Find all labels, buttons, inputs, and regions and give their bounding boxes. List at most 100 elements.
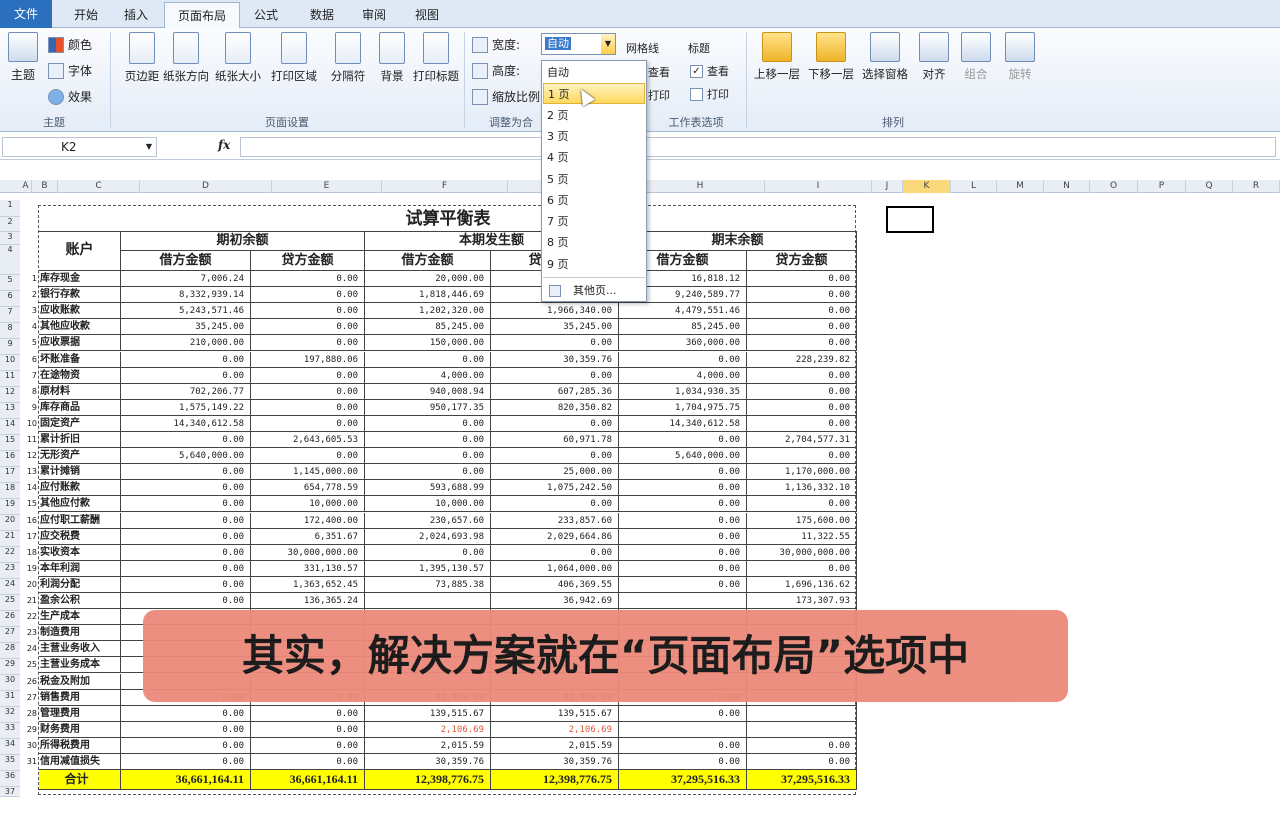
column-header-P[interactable]: P <box>1138 180 1186 193</box>
dropdown-item-6[interactable]: 6 页 <box>543 190 645 211</box>
column-header-N[interactable]: N <box>1044 180 1090 193</box>
dropdown-item-8[interactable]: 8 页 <box>543 232 645 253</box>
headings-view-checkbox[interactable]: ✓ 查看 <box>690 63 729 79</box>
amount-cell: 0.00 <box>121 576 251 593</box>
row-header-12[interactable]: 12 <box>0 387 20 403</box>
page-setup-button-3[interactable]: 打印区域 <box>268 32 320 84</box>
selected-cell-k2[interactable] <box>886 206 934 233</box>
amount-cell: 0.00 <box>121 351 251 368</box>
row-header-7[interactable]: 7 <box>0 307 20 323</box>
column-header-C[interactable]: C <box>58 180 140 193</box>
row-header-25[interactable]: 25 <box>0 595 20 611</box>
page-setup-button-6[interactable]: 打印标题 <box>408 32 464 84</box>
row-header-2[interactable]: 2 <box>0 217 20 232</box>
formula-input[interactable] <box>240 137 1276 157</box>
row-header-13[interactable]: 13 <box>0 403 20 419</box>
row-header-14[interactable]: 14 <box>0 419 20 435</box>
arrange-button-0[interactable]: 上移一层 <box>750 32 804 82</box>
column-header-F[interactable]: F <box>382 180 508 193</box>
column-header-E[interactable]: E <box>272 180 382 193</box>
chevron-down-icon[interactable]: ▼ <box>601 34 615 54</box>
row-header-17[interactable]: 17 <box>0 467 20 483</box>
arrange-button-3[interactable]: 对齐 <box>914 32 954 82</box>
amount-cell: 607,285.36 <box>491 383 619 400</box>
dropdown-more-item[interactable]: 其他页... <box>543 280 645 301</box>
arrange-button-2[interactable]: 选择窗格 <box>858 32 912 82</box>
row-header-21[interactable]: 21 <box>0 531 20 547</box>
row-header-8[interactable]: 8 <box>0 323 20 339</box>
arrange-button-1[interactable]: 下移一层 <box>804 32 858 82</box>
row-header-23[interactable]: 23 <box>0 563 20 579</box>
tab-1[interactable]: 开始 <box>58 2 114 28</box>
tab-0[interactable]: 文件 <box>0 0 52 28</box>
row-header-16[interactable]: 16 <box>0 451 20 467</box>
row-header-9[interactable]: 9 <box>0 339 20 355</box>
width-select[interactable]: 自动 ▼ <box>541 33 616 55</box>
row-header-32[interactable]: 32 <box>0 707 20 723</box>
row-header-1[interactable]: 1 <box>0 200 20 217</box>
column-header-Q[interactable]: Q <box>1186 180 1233 193</box>
column-header-H[interactable]: H <box>636 180 765 193</box>
effects-button[interactable]: 效果 <box>48 88 92 105</box>
row-header-3[interactable]: 3 <box>0 232 20 245</box>
tab-7[interactable]: 视图 <box>404 2 450 28</box>
row-header-31[interactable]: 31 <box>0 691 20 707</box>
dropdown-item-2[interactable]: 2 页 <box>543 105 645 126</box>
dropdown-item-5[interactable]: 5 页 <box>543 169 645 190</box>
row-header-10[interactable]: 10 <box>0 355 20 371</box>
row-header-4[interactable]: 4 <box>0 245 20 275</box>
dropdown-item-7[interactable]: 7 页 <box>543 211 645 232</box>
chevron-down-icon[interactable]: ▼ <box>146 138 152 156</box>
row-header-18[interactable]: 18 <box>0 483 20 499</box>
column-header-I[interactable]: I <box>765 180 872 193</box>
column-header-B[interactable]: B <box>32 180 58 193</box>
column-header-M[interactable]: M <box>997 180 1044 193</box>
row-header-15[interactable]: 15 <box>0 435 20 451</box>
name-box[interactable]: K2 ▼ <box>2 137 157 157</box>
dropdown-item-4[interactable]: 4 页 <box>543 147 645 168</box>
column-header-R[interactable]: R <box>1233 180 1280 193</box>
page-setup-button-1[interactable]: 纸张方向 <box>160 32 212 84</box>
checkbox-checked-icon: ✓ <box>690 64 703 78</box>
arrange-button-5[interactable]: 旋转 <box>1000 32 1040 82</box>
tab-4[interactable]: 公式 <box>246 2 286 28</box>
row-header-26[interactable]: 26 <box>0 611 20 627</box>
fonts-button[interactable]: 字体 <box>48 62 92 79</box>
row-header-28[interactable]: 28 <box>0 643 20 659</box>
tab-6[interactable]: 审阅 <box>352 2 396 28</box>
row-header-24[interactable]: 24 <box>0 579 20 595</box>
row-header-36[interactable]: 36 <box>0 771 20 787</box>
row-header-20[interactable]: 20 <box>0 515 20 531</box>
row-header-6[interactable]: 6 <box>0 291 20 307</box>
row-header-22[interactable]: 22 <box>0 547 20 563</box>
row-header-37[interactable]: 37 <box>0 787 20 797</box>
page-setup-button-2[interactable]: 纸张大小 <box>212 32 264 84</box>
theme-button[interactable]: 主题 <box>6 32 40 83</box>
column-header-L[interactable]: L <box>951 180 997 193</box>
dropdown-item-9[interactable]: 9 页 <box>543 254 645 275</box>
dropdown-item-1[interactable]: 1 页 <box>543 83 645 105</box>
column-header-K[interactable]: K <box>903 180 951 193</box>
tab-2[interactable]: 插入 <box>116 2 156 28</box>
row-header-11[interactable]: 11 <box>0 371 20 387</box>
dropdown-item-0[interactable]: 自动 <box>543 62 645 83</box>
tab-5[interactable]: 数据 <box>300 2 344 28</box>
dropdown-item-3[interactable]: 3 页 <box>543 126 645 147</box>
row-header-27[interactable]: 27 <box>0 627 20 643</box>
tab-3[interactable]: 页面布局 <box>164 2 240 29</box>
row-header-35[interactable]: 35 <box>0 755 20 771</box>
arrange-button-4[interactable]: 组合 <box>956 32 996 82</box>
fx-icon[interactable]: fx <box>218 138 230 152</box>
row-header-33[interactable]: 33 <box>0 723 20 739</box>
column-header-D[interactable]: D <box>140 180 272 193</box>
row-header-34[interactable]: 34 <box>0 739 20 755</box>
column-header-J[interactable]: J <box>872 180 903 193</box>
colors-button[interactable]: 颜色 <box>48 36 92 53</box>
row-header-5[interactable]: 5 <box>0 275 20 291</box>
row-header-29[interactable]: 29 <box>0 659 20 675</box>
headings-print-checkbox[interactable]: 打印 <box>690 86 729 102</box>
column-header-A[interactable]: A <box>20 180 32 193</box>
row-header-30[interactable]: 30 <box>0 675 20 691</box>
row-header-19[interactable]: 19 <box>0 499 20 515</box>
column-header-O[interactable]: O <box>1090 180 1138 193</box>
